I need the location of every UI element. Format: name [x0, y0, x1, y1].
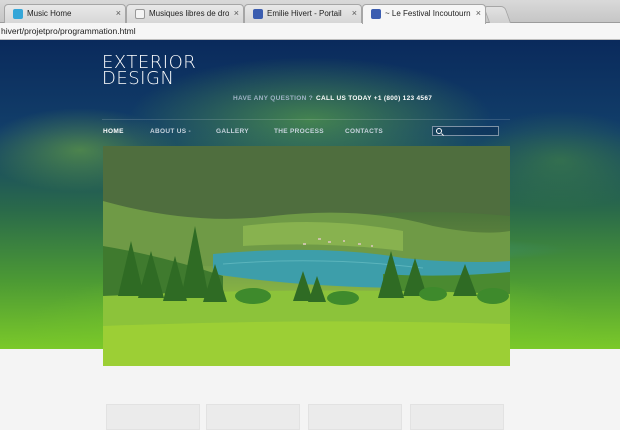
- search-icon: [436, 128, 442, 134]
- close-icon[interactable]: ×: [234, 5, 239, 22]
- call-prefix: HAVE ANY QUESTION ?: [233, 95, 313, 102]
- tab-label: Emilie Hivert - Portail: [267, 9, 342, 18]
- document-favicon-icon: [135, 9, 145, 19]
- portal-favicon-icon: [253, 9, 263, 19]
- address-bar[interactable]: hivert/projetpro/programmation.html: [0, 23, 620, 40]
- feature-cards: [106, 404, 506, 430]
- close-icon[interactable]: ×: [352, 5, 357, 22]
- feature-card[interactable]: [206, 404, 300, 430]
- close-icon[interactable]: ×: [476, 5, 481, 22]
- hero-landscape-image: [103, 146, 510, 366]
- browser-tab-emilie-hivert[interactable]: Emilie Hivert - Portail ×: [244, 4, 362, 23]
- feature-card[interactable]: [308, 404, 402, 430]
- site-logo[interactable]: EXTERIOR DESIGN: [102, 54, 196, 89]
- close-icon[interactable]: ×: [116, 5, 121, 22]
- browser-tab-music-home[interactable]: Music Home ×: [4, 4, 126, 23]
- new-tab-button[interactable]: [482, 6, 512, 23]
- nav-about-us[interactable]: ABOUT US -: [150, 128, 191, 135]
- tab-label: Music Home: [27, 9, 72, 18]
- logo-line-2: DESIGN: [102, 68, 175, 89]
- meadow-front: [103, 321, 510, 366]
- nav-home[interactable]: HOME: [103, 128, 124, 135]
- browser-tab-bar: Music Home × Musiques libres de droits g…: [0, 0, 620, 24]
- browser-tab-musiques[interactable]: Musiques libres de droits gr ×: [126, 4, 244, 23]
- search-input[interactable]: [432, 126, 499, 136]
- browser-tab-festival[interactable]: ~ Le Festival Incoutournable ×: [362, 4, 486, 24]
- feature-card[interactable]: [106, 404, 200, 430]
- call-phone: CALL US TODAY +1 (800) 123 4567: [315, 95, 433, 102]
- main-navigation: HOME ABOUT US - GALLERY THE PROCESS CONT…: [102, 119, 510, 144]
- far-mountain: [103, 146, 510, 224]
- portal-favicon-icon: [371, 9, 381, 19]
- landscape-illustration: [103, 146, 510, 366]
- feature-card[interactable]: [410, 404, 504, 430]
- tab-label: Musiques libres de droits gr: [149, 9, 229, 18]
- call-to-action: HAVE ANY QUESTION ? CALL US TODAY +1 (800…: [233, 95, 432, 102]
- nav-the-process[interactable]: THE PROCESS: [274, 128, 324, 135]
- music-favicon-icon: [13, 9, 23, 19]
- nav-contacts[interactable]: CONTACTS: [345, 128, 383, 135]
- tab-label: ~ Le Festival Incoutournable: [385, 9, 471, 18]
- nav-gallery[interactable]: GALLERY: [216, 128, 249, 135]
